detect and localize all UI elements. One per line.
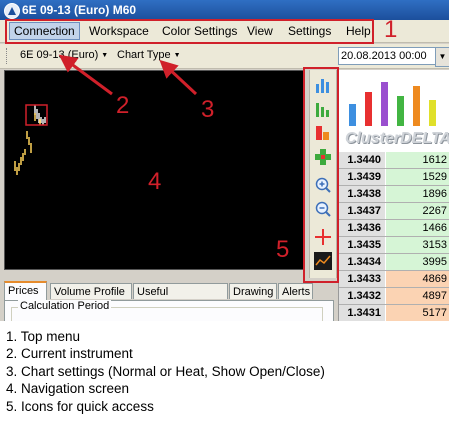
annotation-number-2: 2: [116, 92, 130, 119]
annotation-number-4: 4: [148, 168, 162, 195]
arrow-chart-type: [159, 59, 198, 96]
legend-item: 1. Top menu: [6, 329, 81, 344]
legend-list: 1. Top menu 2. Current instrument 3. Cha…: [6, 328, 446, 415]
annotation-arrows: [58, 54, 198, 96]
annotation-number-5: 5: [276, 236, 290, 263]
legend-item: 5. Icons for quick access: [6, 398, 154, 414]
annotation-number-1: 1: [384, 16, 398, 43]
legend-item: 4. Navigation screen: [6, 381, 130, 397]
legend-item: 2. Current instrument: [6, 346, 133, 362]
legend-item: 3. Chart settings (Normal or Heat, Show …: [6, 363, 325, 379]
arrow-instrument: [58, 54, 113, 96]
annotation-number-3: 3: [201, 96, 215, 123]
